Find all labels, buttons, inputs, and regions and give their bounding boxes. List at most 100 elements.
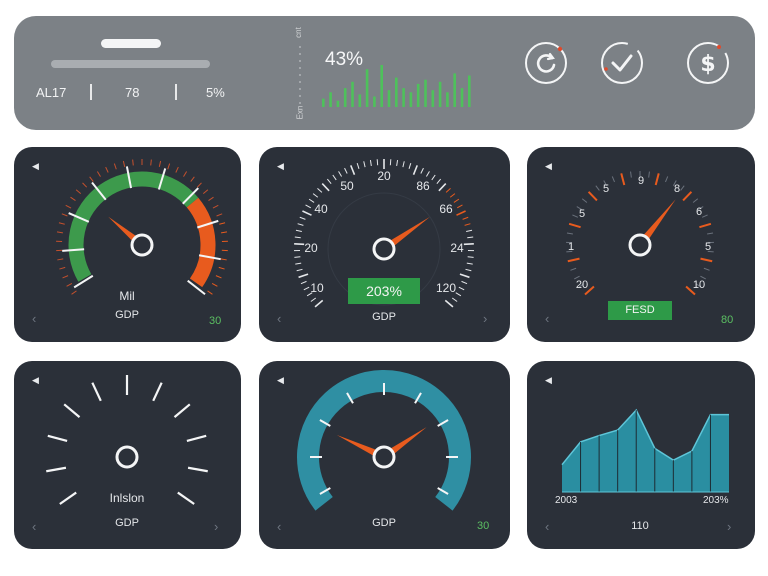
gauge-tick-label: 120 [436,281,456,295]
gauge-tick [466,262,473,265]
gauge-minor-tick [89,176,94,182]
chevron-left-icon[interactable]: ‹ [277,519,281,534]
gauge-tick [299,216,306,220]
gauge-tick [572,214,579,218]
gauge-tick-label: 5 [705,241,711,253]
gauge-2-badge: 203% [348,278,420,304]
gauge-5-value: 30 [477,520,490,532]
gauge-minor-tick [196,182,202,188]
gauge-minor-tick [59,266,66,270]
gauge-minor-tick [207,290,213,295]
chevron-left-icon[interactable]: ‹ [545,519,549,534]
gauge-tick [648,171,650,178]
gauge-tick [317,188,323,193]
gauge-tick [436,178,442,185]
gauge-tick [692,198,699,203]
gauge-minor-tick [61,213,68,217]
gauge-card-2: ◀ 10 20 40 50 20 86 66 24 120 203% GDP ‹ › [259,147,510,342]
gauge-major-tick [152,382,163,402]
gauge-minor-tick [167,163,171,170]
gauge-tick [396,159,399,167]
gauge-tick [453,198,460,203]
checkmark-icon [601,42,643,84]
sparkline-bar [416,83,420,107]
gauge-minor-tick [122,160,126,168]
area-chart-card: ◀ 2003 203% 110 ‹ › [527,361,755,549]
gauge-major-tick [177,491,195,505]
gauge-tick-label: 10 [310,281,324,295]
chevron-left-icon[interactable]: ‹ [277,311,281,326]
gauge-minor-tick [183,171,188,177]
gauge-tick-label: 50 [340,179,354,193]
refresh-button[interactable] [524,41,568,85]
gauge-tick [701,214,708,218]
gauge-tick [294,256,301,258]
gauge-tick [297,223,304,226]
stat-3: 5% [206,85,225,100]
gauge-minor-tick [150,159,152,166]
gauge-tick [581,198,588,203]
gauge-card-1: ◀ Mil GDP 30 ‹ [14,147,241,342]
sparkline-bar [380,65,383,107]
gauge-tick [570,267,577,271]
sparkline-bar [431,90,435,107]
gauge-major-tick [173,403,191,418]
chevron-right-icon[interactable]: › [214,519,218,534]
gauge-tick [568,222,581,229]
gauge-card-3: ◀ 20 1 5 5 9 8 6 5 10 FESD 80 ‹ [527,147,755,342]
gauge-tick-label: 40 [314,202,328,216]
gauge-green-band [68,171,199,282]
gauge-tick [707,232,714,235]
gauge-1-title: Mil [119,289,135,303]
gauge-1-subtitle: GDP [115,309,139,321]
gauge-tick [680,185,685,191]
gauge-tick [431,174,436,181]
gauge-3-value: 80 [721,314,734,326]
gauge-tick [438,182,447,192]
gauge-tick [326,178,332,185]
gauge-tick [344,167,348,174]
gauge-minor-tick [219,222,226,225]
gauge-major-tick [46,466,67,473]
gauge-minor-tick [132,159,134,166]
chevron-left-icon[interactable]: ‹ [32,311,36,326]
sparkline-bar [460,88,464,107]
sparkline-bar [453,73,456,107]
sparkline-bar [387,90,391,107]
gauge-card-4: ◀ Inlslon GDP ‹ › [14,361,241,549]
gauge-tick-label: 86 [416,179,430,193]
gauge-tick [412,165,418,175]
chevron-right-icon[interactable]: › [727,519,731,534]
gauge-tick [356,162,360,169]
gauge-tick [338,171,343,177]
gauge-tick [363,161,366,168]
chevron-right-icon[interactable]: › [483,311,487,326]
gauge-tick [408,162,412,169]
finance-button[interactable]: $ [686,41,730,85]
approve-button[interactable] [600,41,644,85]
gauge-tick [444,299,454,308]
sparkline-bar [336,100,340,107]
gauge-tick-label: 6 [696,206,702,218]
gauge-tick [455,292,462,297]
gauge-2-label: GDP [372,311,396,323]
chevron-left-icon[interactable]: ‹ [32,519,36,534]
sparkline-bar [395,77,398,107]
gauge-minor-tick [75,189,82,194]
gauge-tick [595,185,600,191]
gauge-tick [451,297,458,302]
gauge-tick [445,188,451,193]
gauge-tick-label: 1 [568,241,574,253]
gauge-tick [369,159,372,167]
gauge-tick [294,236,301,239]
gauge-minor-tick [70,196,76,201]
gauge-tick [312,193,319,198]
gauge-major-tick [91,382,102,402]
gauge-tick [425,171,430,177]
gauge-3-badge: FESD [608,301,672,320]
chevron-left-icon[interactable]: ‹ [545,311,549,326]
gauge-tick [462,216,469,220]
gauge-tick [466,229,473,233]
gauge-major-tick [186,434,207,443]
gauge-minor-tick [65,204,72,209]
